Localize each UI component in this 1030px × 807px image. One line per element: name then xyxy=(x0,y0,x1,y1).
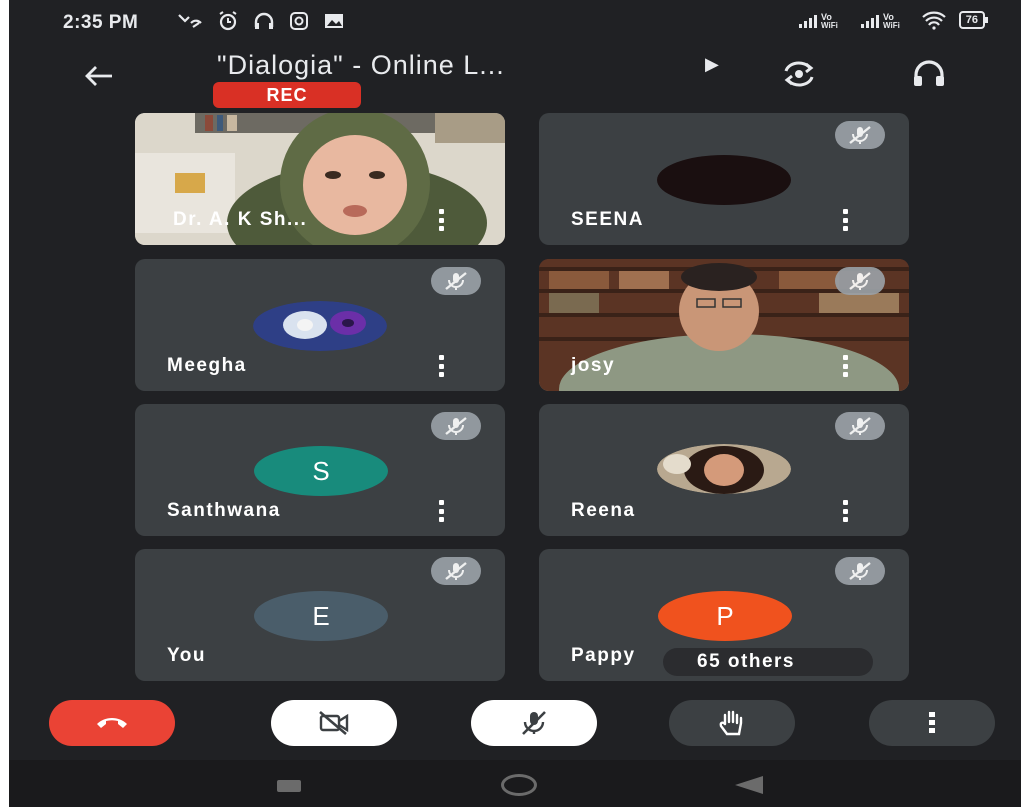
participant-tile[interactable]: josy xyxy=(539,259,909,391)
raise-hand-icon xyxy=(719,710,743,736)
mic-off-icon xyxy=(431,557,481,585)
participant-name: Reena xyxy=(571,500,636,521)
mic-off-icon xyxy=(431,412,481,440)
participant-tile[interactable]: S Santhwana xyxy=(135,404,505,536)
headset-status-icon xyxy=(254,12,274,29)
svg-text:WiFi: WiFi xyxy=(821,21,838,30)
meet-screen: 2:35 PM Vo WiFi Vo WiFi 76 "Dialogia" - On… xyxy=(9,0,1021,807)
missed-call-icon xyxy=(178,14,202,28)
participant-name: Pappy xyxy=(571,645,636,666)
status-time: 2:35 PM xyxy=(63,12,139,33)
system-nav-bar xyxy=(9,760,1021,807)
others-count-badge[interactable]: 65 others xyxy=(663,648,873,676)
self-tile[interactable]: E You xyxy=(135,549,505,681)
participant-name: josy xyxy=(571,355,616,376)
participant-avatar: S xyxy=(254,446,388,496)
more-options-icon[interactable] xyxy=(839,355,851,377)
more-options-icon[interactable] xyxy=(435,209,447,231)
alarm-icon xyxy=(219,11,237,31)
participant-tile[interactable]: SEENA xyxy=(539,113,909,245)
status-bar: 2:35 PM Vo WiFi Vo WiFi 76 xyxy=(9,0,1021,44)
signal-2-icon: VoWiFi xyxy=(860,12,900,30)
mic-off-icon xyxy=(522,711,546,735)
switch-camera-icon xyxy=(784,61,814,87)
end-call-button[interactable] xyxy=(49,700,175,746)
participant-name: SEENA xyxy=(571,209,644,230)
home-button[interactable] xyxy=(501,774,537,796)
participant-tile[interactable]: Reena xyxy=(539,404,909,536)
raise-hand-button[interactable] xyxy=(669,700,795,746)
mic-off-icon xyxy=(835,557,885,585)
more-options-icon[interactable] xyxy=(839,500,851,522)
participant-tile[interactable]: Dr. A. K Sh... xyxy=(135,113,505,245)
participant-avatar xyxy=(657,155,791,205)
battery-icon: 76 xyxy=(958,11,989,29)
participant-avatar xyxy=(657,444,791,494)
participant-tile[interactable]: Meegha xyxy=(135,259,505,391)
status-notification-icons xyxy=(177,10,345,32)
mic-off-icon xyxy=(835,121,885,149)
mic-off-icon xyxy=(431,267,481,295)
more-options-icon[interactable] xyxy=(839,209,851,231)
participant-name: Meegha xyxy=(167,355,247,376)
recording-badge: REC xyxy=(213,82,361,108)
more-options-icon[interactable] xyxy=(435,355,447,377)
signal-icon: VoWiFi xyxy=(798,12,838,30)
caret-right-icon[interactable]: ▶ xyxy=(705,54,719,75)
gallery-icon xyxy=(325,14,343,28)
participant-avatar xyxy=(253,301,387,351)
mic-toggle-button[interactable] xyxy=(471,700,597,746)
switch-camera-button[interactable] xyxy=(777,54,821,94)
status-system-icons: Vo WiFi Vo WiFi 76 xyxy=(797,10,989,30)
participant-name: Santhwana xyxy=(167,500,281,521)
camera-toggle-button[interactable] xyxy=(271,700,397,746)
participant-avatar: E xyxy=(254,591,388,641)
mic-off-icon xyxy=(835,412,885,440)
back-button[interactable] xyxy=(79,56,119,96)
meeting-title[interactable]: "Dialogia" - Online L... xyxy=(217,50,505,81)
recents-button[interactable] xyxy=(277,780,301,792)
headphones-icon xyxy=(914,60,944,86)
camera-off-icon xyxy=(319,711,349,735)
arrow-left-icon xyxy=(85,66,112,86)
audio-output-button[interactable] xyxy=(907,54,951,94)
meeting-header: "Dialogia" - Online L... ▶ REC xyxy=(9,44,1021,108)
instagram-icon xyxy=(290,12,308,30)
svg-text:WiFi: WiFi xyxy=(883,21,900,30)
more-vert-icon xyxy=(929,712,935,733)
system-back-button[interactable] xyxy=(735,776,763,794)
call-controls xyxy=(9,690,1021,752)
more-options-icon[interactable] xyxy=(435,500,447,522)
mic-off-icon xyxy=(835,267,885,295)
more-options-button[interactable] xyxy=(869,700,995,746)
end-call-icon xyxy=(97,718,127,728)
participant-name: You xyxy=(167,645,206,666)
participant-avatar: P xyxy=(658,591,792,641)
wifi-icon xyxy=(921,11,946,30)
participant-name: Dr. A. K Sh... xyxy=(173,209,308,230)
